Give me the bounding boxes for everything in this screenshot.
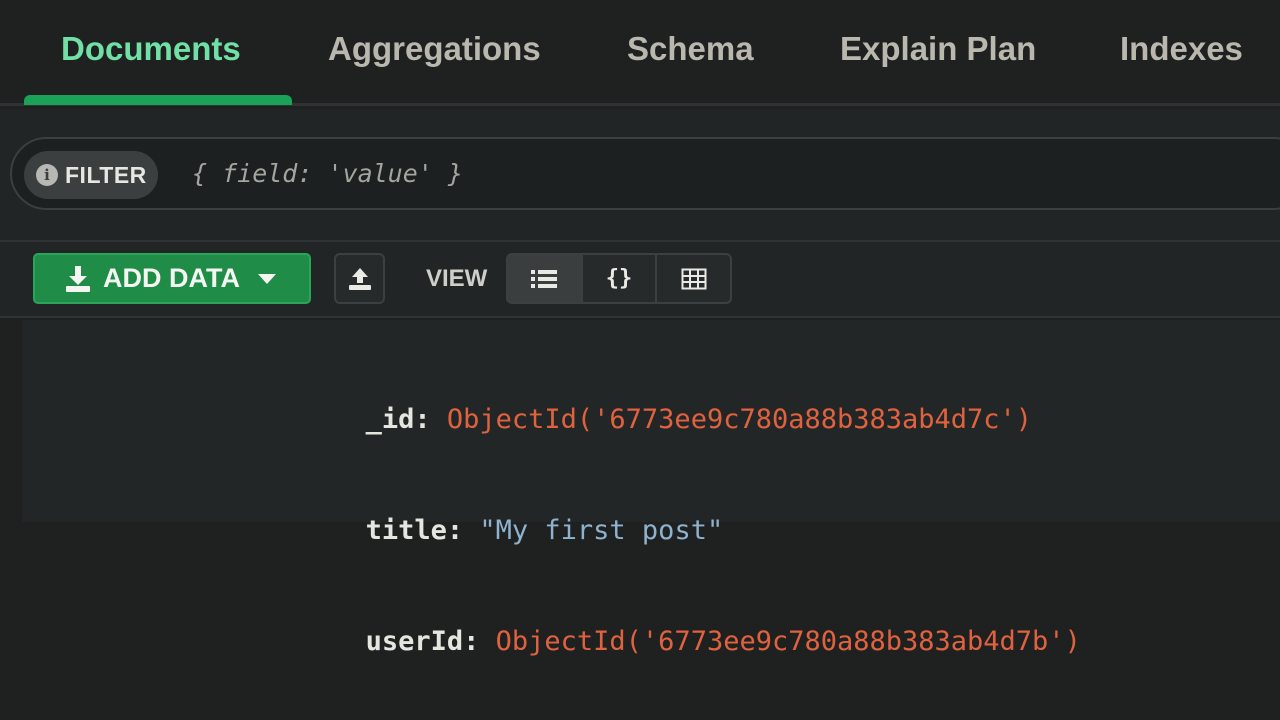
add-data-label: ADD DATA: [103, 263, 240, 293]
tab-explain-plan[interactable]: Explain Plan: [840, 30, 1036, 68]
tab-documents[interactable]: Documents: [61, 30, 241, 68]
filter-input[interactable]: i FILTER { field: 'value' }: [10, 137, 1280, 210]
field-value[interactable]: ObjectId('6773ee9c780a88b383ab4d7b'): [496, 626, 1081, 657]
field-key: title:: [365, 515, 464, 546]
list-icon: [531, 269, 558, 288]
chevron-down-icon: [257, 273, 276, 284]
active-tab-indicator: [24, 95, 292, 105]
field-key: _id:: [365, 404, 431, 435]
filter-label: FILTER: [65, 161, 147, 188]
view-json-button[interactable]: {}: [583, 255, 658, 302]
document-field-row: _id: ObjectId('6773ee9c780a88b383ab4d7c'…: [203, 364, 1081, 475]
view-list-button[interactable]: [508, 255, 583, 302]
document-field-row: userId: ObjectId('6773ee9c780a88b383ab4d…: [203, 586, 1081, 697]
view-table-button[interactable]: [657, 255, 730, 302]
tab-indexes[interactable]: Indexes: [1120, 30, 1243, 68]
filter-label-pill[interactable]: i FILTER: [24, 151, 158, 199]
query-bar: i FILTER { field: 'value' }: [0, 109, 1280, 242]
document-field-row: title: "My first post": [203, 475, 1081, 586]
documents-toolbar: ADD DATA VIEW {}: [0, 242, 1280, 318]
tab-aggregations[interactable]: Aggregations: [328, 30, 541, 68]
document-list: _id: ObjectId('6773ee9c780a88b383ab4d7c'…: [0, 320, 1280, 720]
add-data-button[interactable]: ADD DATA: [33, 253, 311, 304]
braces-icon: {}: [605, 266, 633, 291]
document-card[interactable]: _id: ObjectId('6773ee9c780a88b383ab4d7c'…: [22, 320, 1280, 657]
view-label: VIEW: [426, 265, 488, 292]
filter-placeholder: { field: 'value' }: [192, 159, 463, 188]
field-value[interactable]: "My first post": [479, 515, 723, 546]
tab-schema[interactable]: Schema: [627, 30, 754, 68]
compass-documents-view: Documents Aggregations Schema Explain Pl…: [0, 0, 1280, 720]
view-toggle-group: {}: [506, 253, 732, 304]
collection-tabs: Documents Aggregations Schema Explain Pl…: [0, 0, 1280, 106]
table-icon: [681, 268, 707, 289]
upload-icon: [348, 267, 371, 290]
field-key: userId:: [365, 626, 480, 657]
download-icon: [66, 265, 90, 292]
document-fields: _id: ObjectId('6773ee9c780a88b383ab4d7c'…: [203, 364, 1081, 697]
info-icon: i: [36, 164, 58, 186]
export-button[interactable]: [334, 253, 385, 304]
field-value[interactable]: ObjectId('6773ee9c780a88b383ab4d7c'): [447, 404, 1032, 435]
